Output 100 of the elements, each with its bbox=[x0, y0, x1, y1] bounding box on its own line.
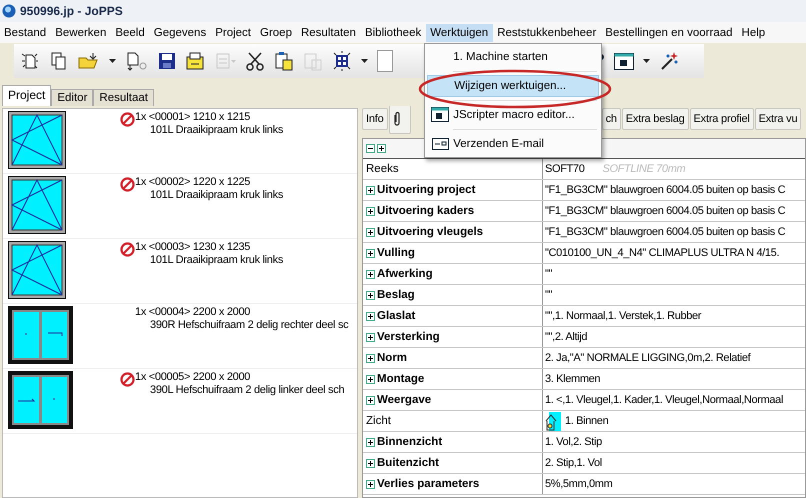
menu-item[interactable]: Gegevens bbox=[150, 24, 212, 42]
scissors-icon[interactable] bbox=[245, 51, 265, 71]
property-label: Norm bbox=[377, 352, 408, 364]
menu-item[interactable]: Bewerken bbox=[51, 24, 112, 42]
save-icon[interactable] bbox=[158, 52, 176, 70]
expand-icon[interactable] bbox=[366, 248, 375, 258]
property-label: Buitenzicht bbox=[377, 457, 439, 469]
expand-icon[interactable] bbox=[366, 332, 375, 342]
caret-icon[interactable] bbox=[643, 59, 650, 63]
detail-button[interactable]: ch bbox=[602, 108, 621, 130]
menu-item[interactable]: Resultaten bbox=[296, 24, 361, 42]
folder-icon[interactable] bbox=[78, 51, 100, 71]
attachment-button[interactable] bbox=[388, 106, 411, 134]
tab[interactable]: Project bbox=[2, 85, 52, 106]
window-drawing bbox=[8, 111, 66, 169]
property-value: "" bbox=[545, 268, 552, 280]
window-drawing bbox=[8, 241, 66, 299]
menu-item[interactable]: Groep bbox=[256, 24, 297, 42]
property-value: "",2. Altijd bbox=[545, 331, 588, 343]
menu-item[interactable]: Project bbox=[211, 24, 256, 42]
property-label: Verlies parameters bbox=[377, 478, 480, 490]
expand-icon[interactable] bbox=[366, 290, 375, 300]
menu-item[interactable]: Reststukkenbeheer bbox=[493, 24, 602, 42]
magic-wand-icon[interactable] bbox=[659, 51, 679, 71]
caret-icon[interactable] bbox=[361, 59, 368, 63]
position-description: 390R Hefschuifraam 2 delig rechter deel sc bbox=[149, 319, 348, 332]
property-value: "F1_BG3CM" blauwgroen 6004.05 buiten op basis C bbox=[545, 226, 786, 238]
position-description: 101L Draaikipraam kruk links bbox=[149, 254, 284, 267]
position-description: 101L Draaikipraam kruk links bbox=[149, 189, 284, 202]
position-item[interactable]: 1x <00004> 2200 x 2000 390R Hefschuifraam 2 delig rechter deel sc bbox=[3, 304, 357, 369]
house-icon bbox=[545, 412, 561, 430]
property-label: Beslag bbox=[377, 289, 415, 301]
property-label: Uitvoering kaders bbox=[377, 205, 474, 217]
property-label: Weergave bbox=[377, 394, 432, 406]
property-value: "C010100_UN_4_N4" CLIMAPLUS ULTRA N 4/15. bbox=[545, 247, 780, 259]
expand-icon[interactable] bbox=[366, 228, 375, 236]
property-label: Zicht bbox=[366, 415, 391, 427]
expand-icon[interactable] bbox=[366, 438, 375, 446]
script-icon bbox=[431, 107, 450, 122]
tab[interactable]: Resultaat bbox=[93, 89, 154, 106]
position-description: 390L Hefschuifraam 2 delig linker deel sch bbox=[149, 384, 344, 397]
position-item[interactable]: 1x <00005> 2200 x 2000 390L Hefschuifraam 2 delig linker deel sch bbox=[3, 369, 357, 434]
position-item[interactable]: 1x <00003> 1230 x 1235 101L Draaikipraam kruk links bbox=[3, 239, 357, 304]
menu-item[interactable]: Bestand bbox=[0, 24, 52, 42]
menu-option[interactable]: Wijzigen werktuigen... bbox=[427, 74, 600, 96]
combo-box[interactable] bbox=[377, 50, 393, 72]
tab[interactable]: Editor bbox=[51, 89, 94, 106]
export-icon[interactable] bbox=[125, 51, 149, 71]
expand-icon[interactable] bbox=[366, 374, 375, 384]
menu-option[interactable]: 1. Machine starten bbox=[427, 46, 600, 68]
property-label: Versterking bbox=[377, 331, 440, 343]
position-item[interactable]: 1x <00001> 1210 x 1215 101L Draaikipraam kruk links bbox=[3, 109, 357, 174]
position-title: 1x <00003> 1230 x 1235 bbox=[135, 241, 252, 254]
menu-item[interactable]: Help bbox=[738, 24, 770, 42]
property-value: 1. Binnen bbox=[565, 415, 608, 427]
property-label: Uitvoering vleugels bbox=[377, 226, 484, 238]
menu-item[interactable]: Beeld bbox=[111, 24, 150, 42]
window-title: 950996.jp - JoPPS bbox=[20, 4, 123, 18]
caret-icon[interactable] bbox=[109, 59, 116, 63]
property-value: 2. Ja,"A" NORMALE LIGGING,0m,2. Relatief bbox=[545, 352, 750, 364]
expand-icon[interactable] bbox=[366, 480, 375, 488]
expand-all-button[interactable] bbox=[377, 144, 386, 153]
position-description: 101L Draaikipraam kruk links bbox=[149, 124, 284, 137]
property-value: "F1_BG3CM" blauwgroen 6004.05 buiten op basis C bbox=[545, 184, 786, 196]
property-value: "",1. Normaal,1. Verstek,1. Rubber bbox=[545, 310, 702, 322]
expand-icon[interactable] bbox=[366, 354, 375, 362]
printer-icon[interactable] bbox=[185, 51, 205, 71]
detail-button[interactable]: Extra profiel bbox=[690, 108, 754, 130]
menu-item[interactable]: Bibliotheek bbox=[360, 24, 426, 42]
expand-icon[interactable] bbox=[366, 312, 375, 320]
position-item[interactable]: 1x <00002> 1220 x 1225 101L Draaikipraam kruk links bbox=[3, 174, 357, 239]
sliding-door-drawing bbox=[8, 306, 73, 364]
property-label: Uitvoering project bbox=[377, 184, 476, 196]
mail-icon bbox=[432, 138, 449, 150]
menu-option[interactable]: JScripter macro editor... bbox=[427, 104, 600, 126]
collapse-all-button[interactable] bbox=[366, 144, 375, 153]
property-label: Binnenzicht bbox=[377, 436, 442, 448]
detail-button[interactable]: Extra vu bbox=[754, 108, 802, 130]
expand-icon[interactable] bbox=[366, 206, 375, 216]
series-note: SOFTLINE 70mm bbox=[602, 163, 686, 175]
script-icon[interactable] bbox=[614, 52, 634, 70]
menu-option[interactable]: Verzenden E-mail bbox=[427, 132, 600, 154]
property-label: Vulling bbox=[377, 247, 415, 259]
property-label: Afwerking bbox=[377, 268, 433, 280]
sliding-door-drawing bbox=[8, 371, 73, 429]
expand-icon[interactable] bbox=[366, 186, 375, 194]
expand-icon[interactable] bbox=[366, 270, 375, 278]
detail-button[interactable]: Extra beslag bbox=[622, 108, 689, 130]
property-value: 2. Stip,1. Vol bbox=[545, 457, 602, 469]
position-title: 1x <00001> 1210 x 1215 bbox=[135, 111, 252, 124]
menu-item[interactable]: Werktuigen bbox=[426, 24, 494, 42]
expand-icon[interactable] bbox=[366, 458, 375, 468]
app-icon bbox=[2, 4, 16, 18]
property-label: Glaslat bbox=[377, 310, 416, 322]
paste-icon[interactable] bbox=[274, 51, 294, 71]
new-page-icon[interactable] bbox=[20, 51, 40, 71]
detail-button[interactable]: Info bbox=[362, 108, 388, 130]
menu-item[interactable]: Bestellingen en voorraad bbox=[601, 24, 738, 42]
property-value: "F1_BG3CM" blauwgroen 6004.05 buiten op basis C bbox=[545, 205, 786, 217]
expand-icon[interactable] bbox=[366, 396, 375, 404]
